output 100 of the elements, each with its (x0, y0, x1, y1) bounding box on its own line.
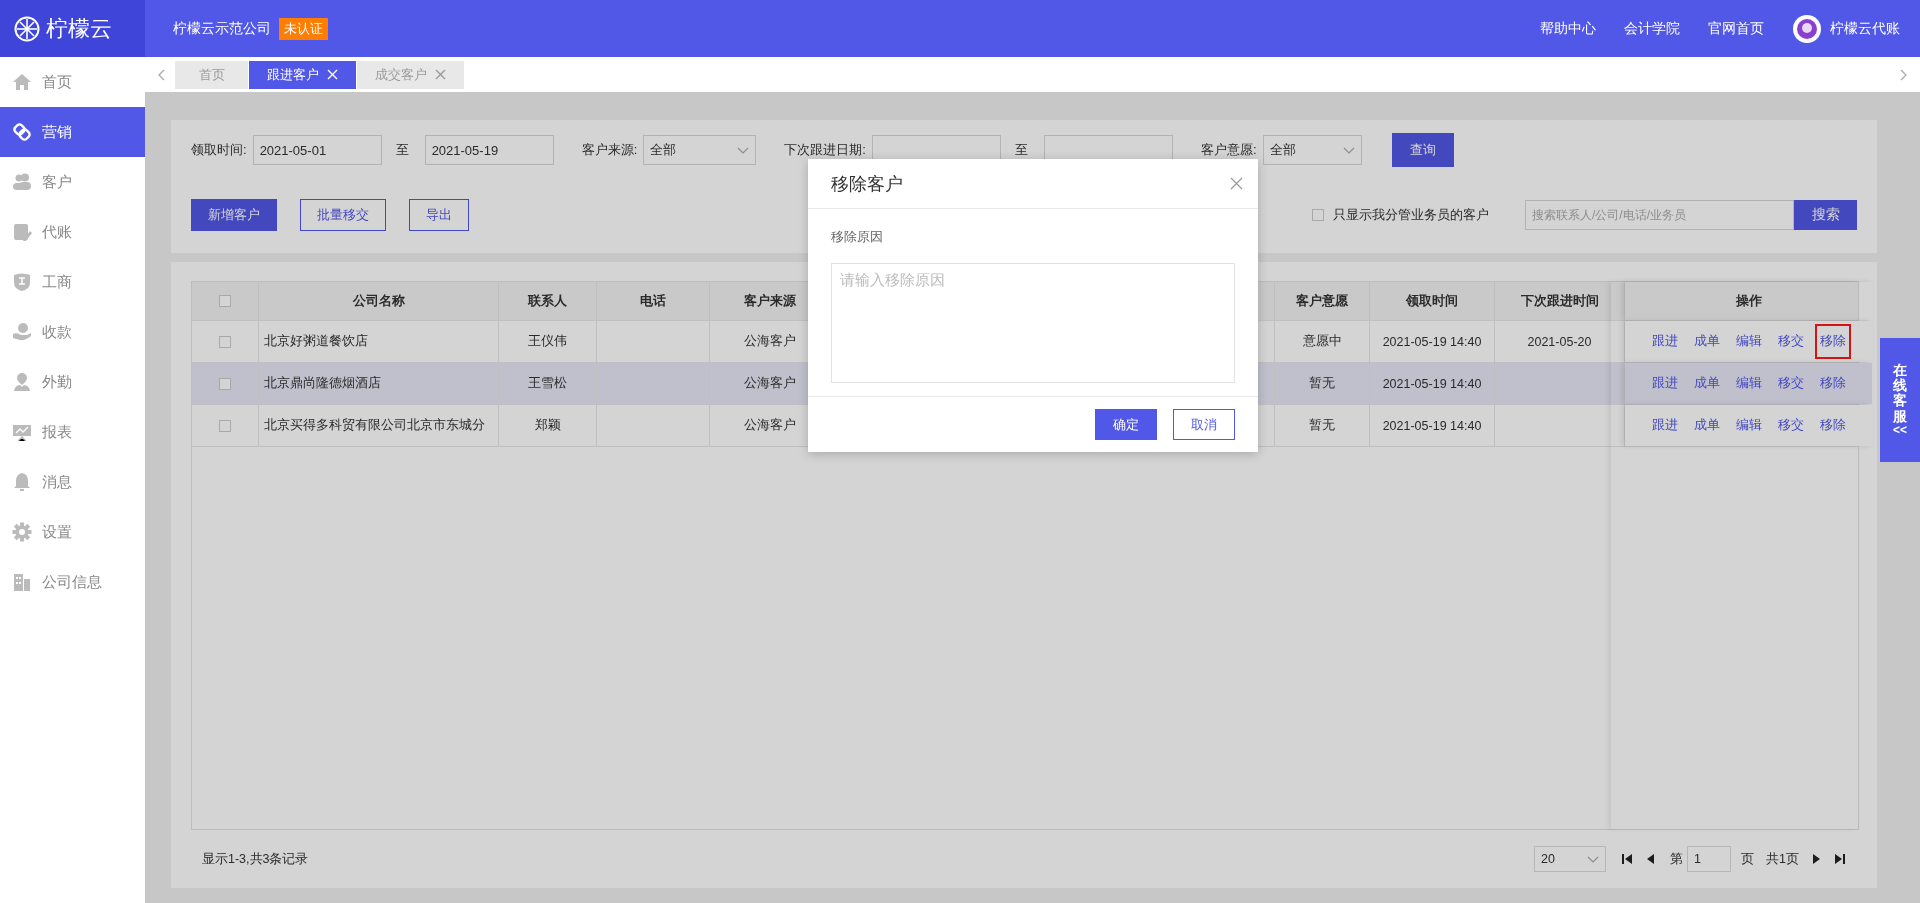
column-header: 操作 (1625, 282, 1872, 320)
row-action-link[interactable]: 移除 (1815, 366, 1851, 401)
close-icon[interactable] (1230, 177, 1243, 190)
column-header: 联系人 (499, 282, 597, 320)
sidebar-item[interactable]: 代账 (0, 207, 145, 257)
select-field[interactable]: 全部 (1262, 135, 1362, 165)
action-button[interactable]: 导出 (409, 199, 469, 231)
filter-label: 客户来源: (581, 141, 638, 159)
caret-down-icon (737, 146, 750, 154)
sidebar-item[interactable]: 营销 (0, 107, 145, 157)
search-button[interactable]: 搜索 (1794, 200, 1857, 230)
filter-label: 客户意愿: (1200, 141, 1257, 159)
user-name[interactable]: 柠檬云代账 (1830, 19, 1900, 38)
row-action-link[interactable]: 移除 (1815, 408, 1851, 443)
filter-label: 领取时间: (191, 141, 247, 159)
close-icon[interactable] (435, 69, 446, 80)
field-label: 移除原因 (831, 228, 884, 246)
column-header: 领取时间 (1370, 282, 1495, 320)
table-cell: 北京好粥道餐饮店 (259, 321, 499, 362)
row-action-link[interactable]: 跟进 (1647, 408, 1683, 443)
checkbox[interactable] (219, 335, 231, 348)
table-cell: 暂无 (1275, 363, 1370, 404)
action-button[interactable]: 新增客户 (191, 199, 277, 231)
sidebar-item[interactable]: 外勤 (0, 357, 145, 407)
caret-down-icon (1587, 855, 1600, 863)
page-label: 页 (1741, 850, 1755, 868)
sidebar-item[interactable]: 客户 (0, 157, 145, 207)
table-cell: 北京买得多科贸有限公司北京市东城分 (259, 405, 499, 446)
checkbox[interactable] (1312, 209, 1324, 221)
cancel-button[interactable]: 取消 (1173, 409, 1235, 440)
column-header: 公司名称 (259, 282, 499, 320)
chevron-right-icon[interactable] (1900, 68, 1908, 81)
lemon-slice-icon (14, 15, 40, 42)
confirm-button[interactable]: 确定 (1095, 409, 1157, 440)
location-person-icon (12, 372, 32, 392)
sidebar-item[interactable]: 设置 (0, 507, 145, 557)
date-field[interactable]: 2021-05-01 (252, 135, 382, 165)
table-cell: 郑颖 (499, 405, 597, 446)
sidebar-item[interactable]: 公司信息 (0, 557, 145, 607)
row-action-link[interactable]: 跟进 (1647, 366, 1683, 401)
record-summary: 显示1-3,共3条记录 (202, 850, 309, 868)
online-service-tab[interactable]: 在线客服 << (1880, 338, 1920, 462)
row-action-link[interactable]: 移交 (1773, 324, 1809, 359)
checkbox[interactable] (219, 295, 231, 307)
sidebar-item[interactable]: 首页 (0, 57, 145, 107)
table-cell: 意愿中 (1275, 321, 1370, 362)
header-link[interactable]: 帮助中心 (1540, 19, 1596, 38)
query-button[interactable]: 查询 (1391, 133, 1454, 167)
row-action-link[interactable]: 成单 (1689, 366, 1725, 401)
previous-page-icon[interactable] (1646, 854, 1657, 864)
people-icon (12, 172, 32, 192)
next-page-icon[interactable] (1811, 854, 1821, 864)
table-cell: 王仪伟 (499, 321, 597, 362)
chevron-left-icon[interactable] (157, 68, 165, 81)
header-link[interactable]: 会计学院 (1624, 19, 1680, 38)
table-cell: 2021-05-19 14:40 (1370, 405, 1495, 446)
search-field[interactable]: 搜索联系人/公司/电话/业务员 (1525, 200, 1794, 230)
row-action-link[interactable]: 成单 (1689, 408, 1725, 443)
sidebar-item[interactable]: 收款 (0, 307, 145, 357)
filter-label: 下次跟进日期: (784, 141, 866, 159)
bell-icon (12, 472, 32, 492)
date-field[interactable]: 2021-05-19 (424, 135, 554, 165)
row-action-link[interactable]: 移交 (1773, 366, 1809, 401)
range-separator: 至 (1014, 141, 1028, 159)
tab[interactable]: 跟进客户 (249, 60, 356, 89)
page-field[interactable]: 1 (1687, 846, 1732, 872)
avatar-icon[interactable] (1792, 13, 1822, 44)
sidebar-item[interactable]: 报表 (0, 407, 145, 457)
sidebar-item[interactable]: 消息 (0, 457, 145, 507)
logo-text: 柠檬云 (46, 14, 112, 43)
row-action-link[interactable]: 编辑 (1731, 366, 1767, 401)
dialog-title: 移除客户 (831, 172, 903, 196)
column-header: 电话 (597, 282, 710, 320)
row-action-link[interactable]: 移交 (1773, 408, 1809, 443)
home-icon (12, 72, 32, 92)
select-field[interactable]: 全部 (643, 135, 757, 165)
document-pencil-icon (12, 222, 32, 242)
row-action-link[interactable]: 成单 (1689, 324, 1725, 359)
row-action-link[interactable]: 跟进 (1647, 324, 1683, 359)
row-action-link[interactable]: 移除 (1815, 324, 1851, 359)
company-name: 柠檬云示范公司 (173, 19, 271, 38)
table-cell: 王雪松 (499, 363, 597, 404)
last-page-icon[interactable] (1835, 854, 1845, 864)
row-action-link[interactable]: 编辑 (1731, 324, 1767, 359)
checkbox[interactable] (219, 419, 231, 432)
link-icon (12, 122, 32, 142)
action-button[interactable]: 批量移交 (300, 199, 386, 231)
reason-field[interactable]: 请输入移除原因 (831, 263, 1235, 383)
range-separator: 至 (395, 141, 409, 159)
chart-board-icon (12, 422, 32, 442)
first-page-icon[interactable] (1622, 854, 1633, 864)
checkbox[interactable] (219, 377, 231, 390)
header-link[interactable]: 官网首页 (1708, 19, 1764, 38)
shield-icon (12, 272, 32, 292)
table-cell: 北京鼎尚隆德烟酒店 (259, 363, 499, 404)
caret-down-icon (1342, 146, 1355, 154)
column-header: 下次跟进时间 (1495, 282, 1625, 320)
sidebar-item[interactable]: 工商 (0, 257, 145, 307)
row-action-link[interactable]: 编辑 (1731, 408, 1767, 443)
page-size-select[interactable]: 20 (1534, 846, 1607, 872)
